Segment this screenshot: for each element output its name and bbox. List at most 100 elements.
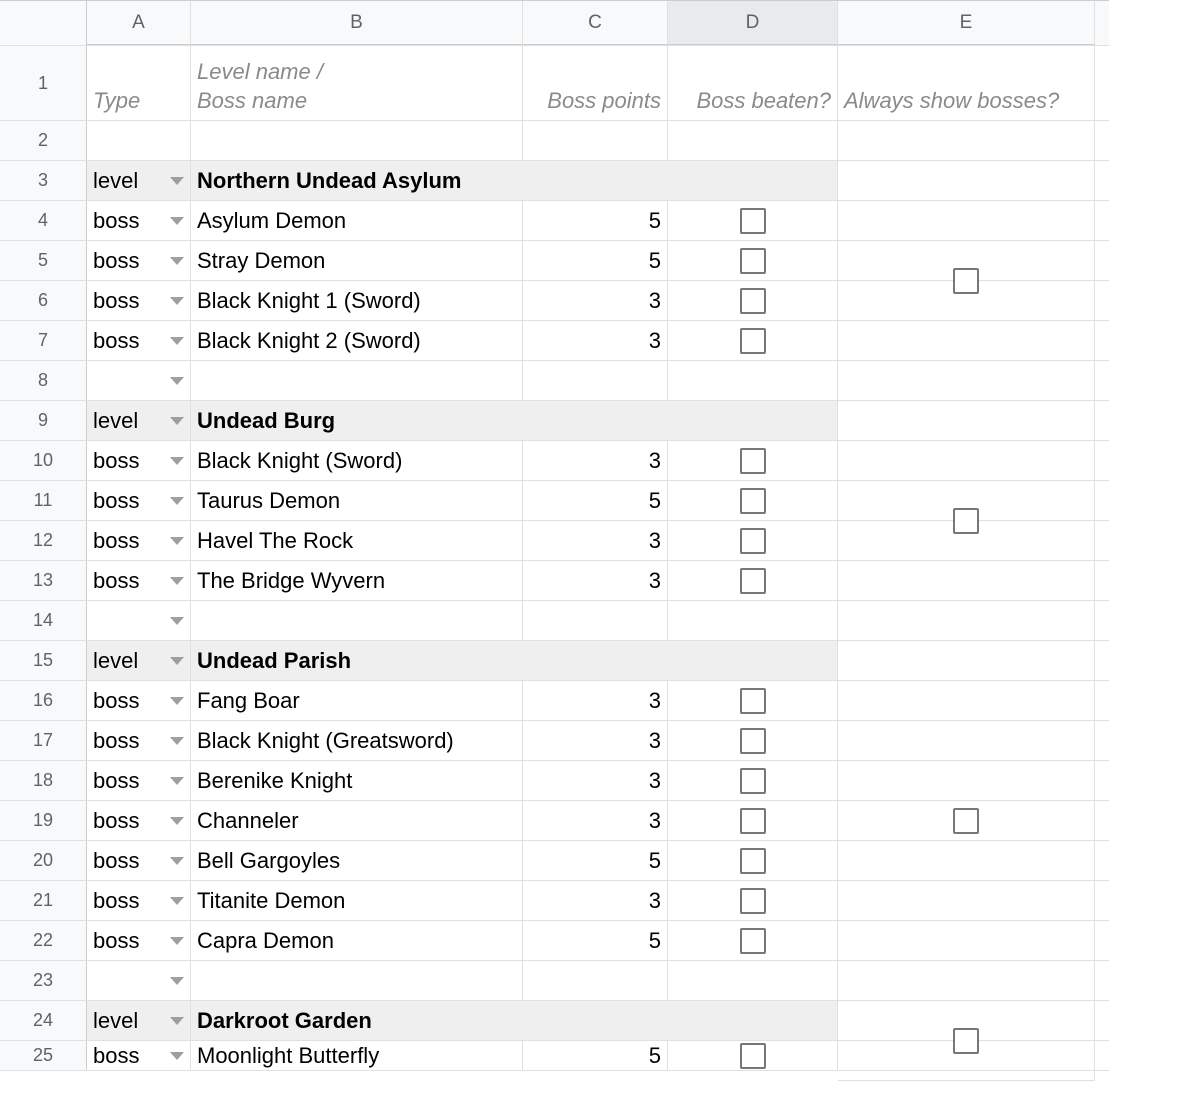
type-cell[interactable]: boss: [87, 721, 191, 760]
boss-beaten-checkbox[interactable]: [740, 928, 766, 954]
boss-beaten-checkbox[interactable]: [740, 328, 766, 354]
always-show-checkbox[interactable]: [953, 508, 979, 534]
boss-beaten-checkbox[interactable]: [740, 488, 766, 514]
type-cell[interactable]: [87, 961, 191, 1000]
boss-beaten-cell[interactable]: [668, 601, 838, 640]
boss-beaten-checkbox[interactable]: [740, 808, 766, 834]
row-header[interactable]: 10: [0, 441, 87, 480]
row-header[interactable]: 5: [0, 241, 87, 280]
boss-points-cell[interactable]: 5: [523, 201, 668, 240]
boss-beaten-cell[interactable]: [668, 281, 838, 320]
header-cell-C[interactable]: Boss points: [523, 46, 668, 120]
type-cell[interactable]: boss: [87, 921, 191, 960]
boss-name-cell[interactable]: Channeler: [191, 801, 523, 840]
boss-beaten-cell[interactable]: [668, 841, 838, 880]
boss-beaten-checkbox[interactable]: [740, 208, 766, 234]
boss-points-cell[interactable]: 5: [523, 481, 668, 520]
type-cell[interactable]: boss: [87, 801, 191, 840]
boss-name-cell[interactable]: Black Knight (Greatsword): [191, 721, 523, 760]
type-cell[interactable]: boss: [87, 681, 191, 720]
boss-points-cell[interactable]: 3: [523, 681, 668, 720]
type-cell[interactable]: boss: [87, 201, 191, 240]
cell-blank[interactable]: [838, 121, 1095, 160]
boss-beaten-checkbox[interactable]: [740, 448, 766, 474]
type-cell[interactable]: boss: [87, 521, 191, 560]
type-cell[interactable]: boss: [87, 321, 191, 360]
boss-beaten-checkbox[interactable]: [740, 528, 766, 554]
row-header[interactable]: 20: [0, 841, 87, 880]
row-header[interactable]: 6: [0, 281, 87, 320]
boss-beaten-cell[interactable]: [668, 321, 838, 360]
boss-beaten-cell[interactable]: [668, 481, 838, 520]
type-cell[interactable]: level: [87, 1001, 191, 1040]
column-header-D[interactable]: D: [668, 1, 838, 45]
boss-beaten-checkbox[interactable]: [740, 768, 766, 794]
boss-points-cell[interactable]: 3: [523, 281, 668, 320]
boss-beaten-checkbox[interactable]: [740, 688, 766, 714]
boss-beaten-checkbox[interactable]: [740, 288, 766, 314]
boss-name-cell[interactable]: [191, 961, 523, 1000]
boss-name-cell[interactable]: The Bridge Wyvern: [191, 561, 523, 600]
type-cell[interactable]: boss: [87, 481, 191, 520]
always-show-checkbox[interactable]: [953, 1028, 979, 1054]
boss-name-cell[interactable]: Bell Gargoyles: [191, 841, 523, 880]
boss-name-cell[interactable]: Black Knight (Sword): [191, 441, 523, 480]
boss-name-cell[interactable]: Stray Demon: [191, 241, 523, 280]
row-header[interactable]: 25: [0, 1041, 87, 1070]
row-header[interactable]: 19: [0, 801, 87, 840]
column-header-B[interactable]: B: [191, 1, 523, 45]
row-header[interactable]: 13: [0, 561, 87, 600]
boss-points-cell[interactable]: 3: [523, 441, 668, 480]
boss-name-cell[interactable]: Berenike Knight: [191, 761, 523, 800]
boss-beaten-cell[interactable]: [668, 361, 838, 400]
boss-points-cell[interactable]: 3: [523, 761, 668, 800]
boss-points-cell[interactable]: 3: [523, 721, 668, 760]
boss-beaten-cell[interactable]: [668, 801, 838, 840]
boss-name-cell[interactable]: [191, 601, 523, 640]
row-header[interactable]: 22: [0, 921, 87, 960]
boss-name-cell[interactable]: Asylum Demon: [191, 201, 523, 240]
type-cell[interactable]: [87, 361, 191, 400]
type-cell[interactable]: boss: [87, 281, 191, 320]
boss-name-cell[interactable]: Titanite Demon: [191, 881, 523, 920]
level-name-cell[interactable]: Northern Undead Asylum: [191, 161, 838, 200]
row-header[interactable]: 1: [0, 46, 87, 120]
boss-name-cell[interactable]: [191, 361, 523, 400]
boss-points-cell[interactable]: 5: [523, 1041, 668, 1070]
type-cell[interactable]: boss: [87, 561, 191, 600]
row-header[interactable]: 7: [0, 321, 87, 360]
type-cell[interactable]: level: [87, 641, 191, 680]
boss-name-cell[interactable]: Havel The Rock: [191, 521, 523, 560]
header-cell-D[interactable]: Boss beaten?: [668, 46, 838, 120]
row-header[interactable]: 3: [0, 161, 87, 200]
boss-name-cell[interactable]: Taurus Demon: [191, 481, 523, 520]
cell-blank[interactable]: [87, 121, 191, 160]
row-header[interactable]: 23: [0, 961, 87, 1000]
boss-beaten-checkbox[interactable]: [740, 848, 766, 874]
always-show-cell[interactable]: [838, 641, 1095, 1001]
always-show-cell[interactable]: [838, 401, 1095, 641]
boss-beaten-checkbox[interactable]: [740, 728, 766, 754]
header-cell-A[interactable]: Type: [87, 46, 191, 120]
boss-points-cell[interactable]: 3: [523, 801, 668, 840]
spreadsheet-grid[interactable]: ABCDE1TypeLevel name / Boss nameBoss poi…: [0, 0, 1109, 1071]
type-cell[interactable]: boss: [87, 241, 191, 280]
boss-points-cell[interactable]: 3: [523, 521, 668, 560]
type-cell[interactable]: level: [87, 401, 191, 440]
header-cell-B[interactable]: Level name / Boss name: [191, 46, 523, 120]
boss-beaten-cell[interactable]: [668, 961, 838, 1000]
boss-beaten-cell[interactable]: [668, 1041, 838, 1070]
boss-name-cell[interactable]: Capra Demon: [191, 921, 523, 960]
boss-beaten-checkbox[interactable]: [740, 888, 766, 914]
boss-name-cell[interactable]: Moonlight Butterfly: [191, 1041, 523, 1070]
boss-points-cell[interactable]: 5: [523, 241, 668, 280]
boss-beaten-checkbox[interactable]: [740, 248, 766, 274]
type-cell[interactable]: boss: [87, 841, 191, 880]
boss-beaten-cell[interactable]: [668, 881, 838, 920]
type-cell[interactable]: boss: [87, 1041, 191, 1070]
column-header-C[interactable]: C: [523, 1, 668, 45]
row-header[interactable]: 18: [0, 761, 87, 800]
boss-beaten-cell[interactable]: [668, 441, 838, 480]
boss-beaten-cell[interactable]: [668, 721, 838, 760]
boss-points-cell[interactable]: [523, 961, 668, 1000]
